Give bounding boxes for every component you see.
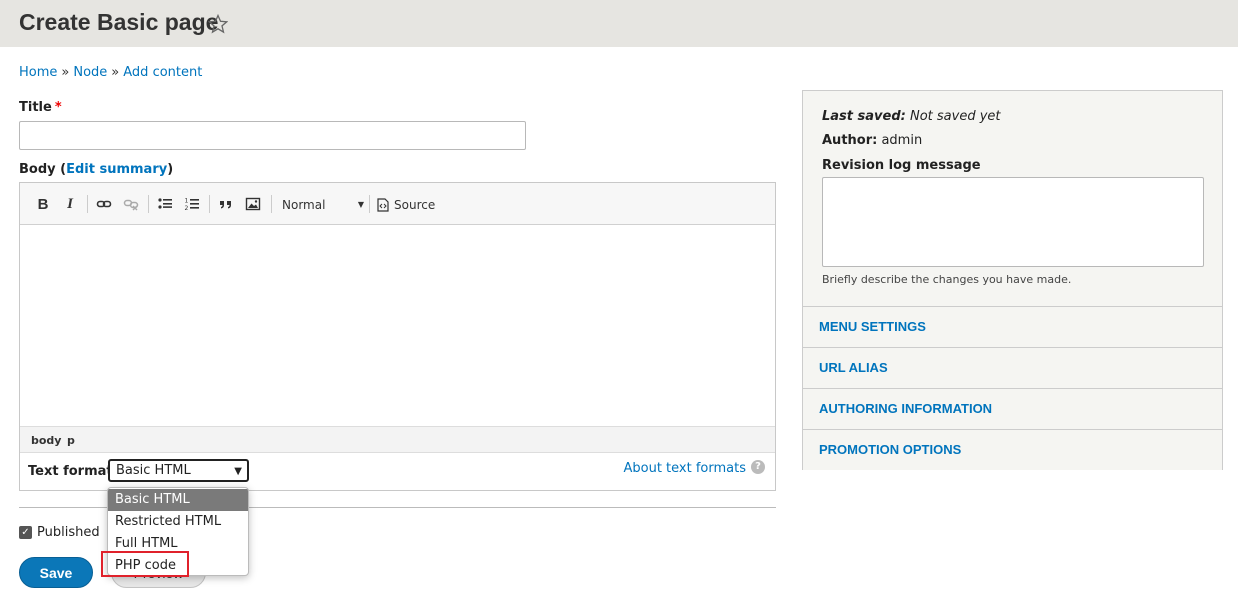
- option-restricted-html[interactable]: Restricted HTML: [108, 511, 248, 533]
- php-code-highlight: [101, 551, 189, 577]
- published-label: Published: [37, 525, 100, 540]
- body-editor: B I 12 Normal ▼ Source body p Text forma…: [19, 182, 776, 491]
- image-button[interactable]: [243, 194, 263, 214]
- published-checkbox-row[interactable]: ✓ Published: [19, 525, 100, 540]
- revision-log-textarea[interactable]: [822, 177, 1204, 267]
- element-path-bar: body p: [20, 426, 775, 453]
- numbered-list-icon: 12: [185, 198, 199, 212]
- text-format-select[interactable]: Basic HTML ▼: [108, 459, 249, 482]
- blockquote-button[interactable]: [216, 194, 236, 214]
- text-format-label: Text format: [28, 464, 113, 479]
- format-caret-icon: ▼: [357, 200, 364, 209]
- dropdown-arrow-icon: ▼: [234, 466, 242, 477]
- breadcrumb: Home» Node» Add content: [19, 65, 203, 80]
- unlink-button[interactable]: [121, 194, 141, 214]
- title-input[interactable]: [19, 121, 526, 150]
- help-icon[interactable]: ?: [751, 460, 765, 474]
- sidebar: Last saved: Not saved yet Author: admin …: [802, 90, 1223, 470]
- link-button[interactable]: [94, 194, 114, 214]
- breadcrumb-add-content[interactable]: Add content: [123, 65, 202, 80]
- path-body[interactable]: body: [31, 434, 61, 447]
- breadcrumb-node[interactable]: Node: [73, 65, 107, 80]
- url-alias-section[interactable]: URL ALIAS: [803, 347, 1222, 388]
- paragraph-format-select[interactable]: Normal ▼: [282, 195, 364, 215]
- unlink-icon: [123, 199, 139, 211]
- italic-button[interactable]: I: [60, 194, 80, 214]
- bulleted-list-button[interactable]: [155, 194, 175, 214]
- save-button[interactable]: Save: [19, 557, 93, 588]
- star-icon[interactable]: [208, 14, 228, 34]
- author: Author: admin: [822, 133, 923, 148]
- editor-toolbar: B I 12 Normal ▼ Source: [20, 183, 775, 225]
- numbered-list-button[interactable]: 12: [182, 194, 202, 214]
- breadcrumb-home[interactable]: Home: [19, 65, 57, 80]
- promotion-options-section[interactable]: PROMOTION OPTIONS: [803, 429, 1222, 470]
- bulleted-list-icon: [158, 198, 172, 209]
- svg-text:1: 1: [185, 198, 189, 205]
- page-header: Create Basic page: [0, 0, 1238, 47]
- path-p[interactable]: p: [67, 434, 75, 447]
- body-label: Body (Edit summary): [19, 162, 174, 177]
- bold-button[interactable]: B: [33, 194, 53, 214]
- last-saved: Last saved: Not saved yet: [822, 109, 1001, 124]
- link-icon: [96, 200, 112, 208]
- editor-content-area[interactable]: [20, 225, 775, 426]
- source-icon: [377, 198, 389, 212]
- edit-summary-link[interactable]: Edit summary: [66, 162, 167, 177]
- about-text-formats-link[interactable]: About text formats: [623, 461, 746, 476]
- title-label: Title *: [19, 100, 62, 115]
- required-mark: *: [54, 100, 62, 115]
- source-button[interactable]: Source: [377, 195, 435, 215]
- revision-log-label: Revision log message: [822, 158, 981, 173]
- image-icon: [245, 197, 261, 211]
- revision-log-help: Briefly describe the changes you have ma…: [822, 273, 1072, 286]
- blockquote-icon: [220, 201, 231, 209]
- page-title: Create Basic page: [19, 9, 219, 35]
- option-basic-html[interactable]: Basic HTML: [108, 489, 248, 511]
- svg-text:2: 2: [185, 205, 189, 212]
- menu-settings-section[interactable]: MENU SETTINGS: [803, 306, 1222, 347]
- authoring-information-section[interactable]: AUTHORING INFORMATION: [803, 388, 1222, 429]
- checkbox-icon[interactable]: ✓: [19, 526, 32, 539]
